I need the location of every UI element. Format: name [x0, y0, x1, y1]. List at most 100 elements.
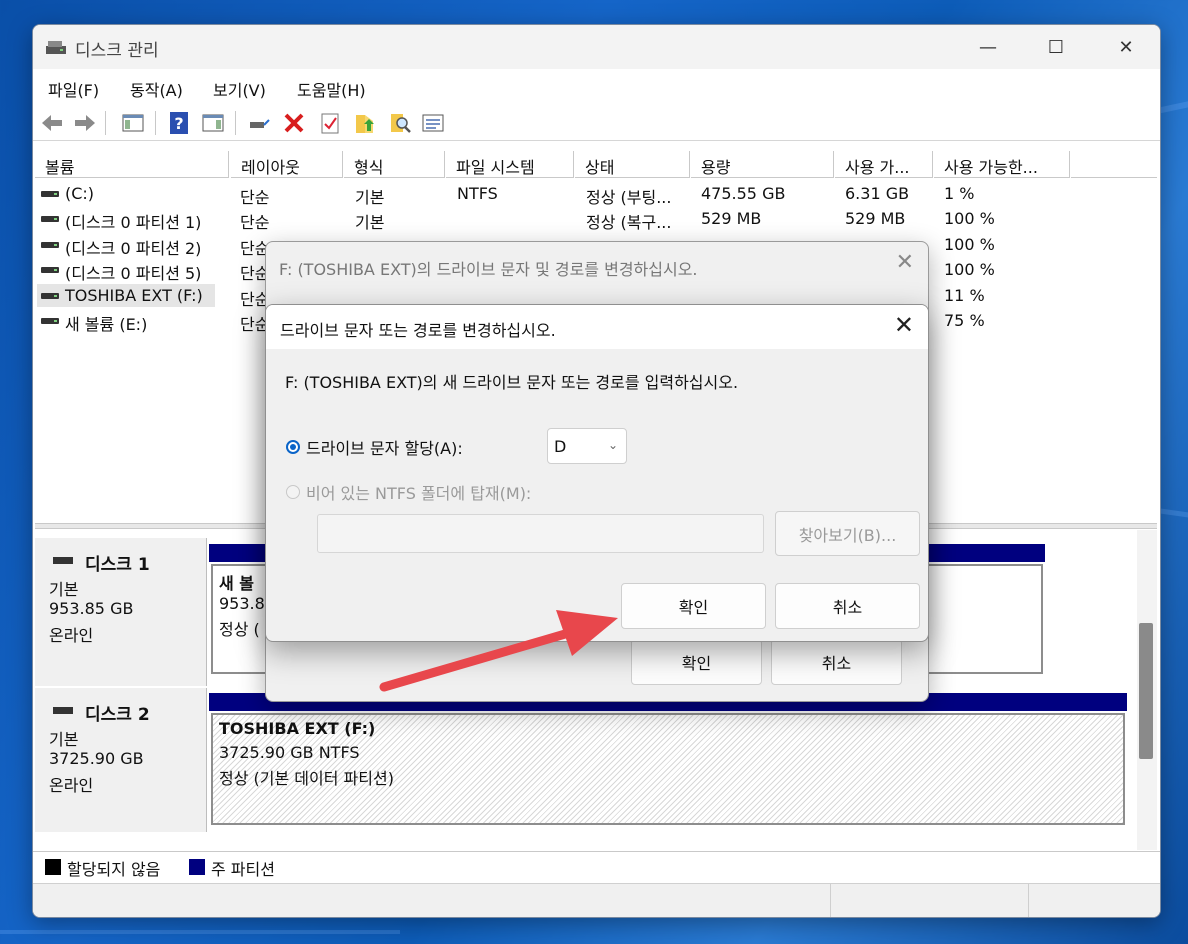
close-button[interactable]: ✕	[1096, 25, 1156, 69]
column-header-filesystem[interactable]: 파일 시스템	[446, 151, 574, 178]
column-header-free-space[interactable]: 사용 가...	[835, 151, 933, 178]
drive-letter-select[interactable]: D ⌄	[547, 428, 627, 464]
browse-button[interactable]: 찾아보기(B)...	[775, 511, 920, 556]
volume-name: (디스크 0 파티션 1)	[65, 213, 202, 232]
toolbar: ?	[33, 105, 1160, 141]
close-icon[interactable]: ✕	[896, 250, 914, 275]
mount-folder-label[interactable]: 비어 있는 NTFS 폴더에 탑재(M):	[306, 480, 531, 504]
cancel-button[interactable]: 취소	[771, 639, 902, 685]
cancel-button[interactable]: 취소	[775, 583, 920, 629]
volume-type: 기본	[355, 188, 385, 207]
volume-percent-free: 100 %	[944, 235, 995, 254]
volume-name: (디스크 0 파티션 5)	[65, 264, 202, 283]
delete-icon[interactable]	[282, 111, 306, 135]
ok-button[interactable]: 확인	[631, 639, 762, 685]
show-hide-action-pane-icon[interactable]	[201, 111, 225, 135]
volume-percent-free: 100 %	[944, 260, 995, 279]
legend-swatch-primary	[189, 859, 205, 875]
disk-2-label[interactable]: 디스크 2 기본 3725.90 GB 온라인	[35, 688, 207, 832]
volume-status: 정상 (부팅...	[586, 188, 672, 207]
scrollbar-thumb[interactable]	[1139, 623, 1153, 759]
status-divider	[830, 884, 831, 917]
minimize-button[interactable]: —	[958, 25, 1018, 69]
column-header-capacity[interactable]: 용량	[691, 151, 834, 178]
assign-letter-label[interactable]: 드라이브 문자 할당(A):	[306, 435, 463, 459]
menu-file[interactable]: 파일(F)	[48, 77, 99, 101]
disk-name: 디스크 1	[85, 555, 150, 575]
partition-status: 정상 (기본 데이터 파티션)	[219, 769, 394, 788]
volume-percent-free: 1 %	[944, 184, 975, 203]
svg-text:?: ?	[174, 114, 183, 133]
column-header-status[interactable]: 상태	[575, 151, 690, 178]
legend-label: 주 파티션	[211, 860, 275, 879]
disk-size: 3725.90 GB	[49, 749, 144, 768]
forward-arrow-icon[interactable]	[73, 111, 97, 135]
disk-management-app-icon	[46, 41, 66, 54]
dialog-title: 드라이브 문자 또는 경로를 변경하십시오.	[280, 321, 556, 340]
ok-button[interactable]: 확인	[621, 583, 766, 629]
toolbar-separator	[105, 111, 106, 135]
volume-status: 정상 (복구...	[586, 213, 672, 232]
volume-free-space: 529 MB	[845, 209, 906, 228]
background-ray	[0, 930, 400, 934]
column-header-volume[interactable]: 볼륨	[35, 151, 229, 178]
help-icon[interactable]: ?	[167, 111, 191, 135]
partition-name: TOSHIBA EXT (F:)	[219, 719, 376, 738]
column-header-layout[interactable]: 레이아웃	[231, 151, 343, 178]
volume-capacity: 529 MB	[701, 209, 762, 228]
disk-type: 기본	[49, 730, 79, 749]
table-row[interactable]: (디스크 0 파티션 1) 단순 기본 정상 (복구... 529 MB 529…	[35, 206, 1155, 232]
volume-percent-free: 75 %	[944, 311, 985, 330]
volume-layout: 단순	[240, 213, 270, 232]
legend-label: 할당되지 않음	[67, 860, 161, 879]
list-view-icon[interactable]	[421, 111, 445, 135]
column-header-filler	[1071, 151, 1157, 178]
disk-type: 기본	[49, 580, 79, 599]
dialog-title-bar: 드라이브 문자 또는 경로를 변경하십시오. ✕	[266, 305, 928, 349]
mount-folder-radio[interactable]	[286, 485, 300, 499]
maximize-button[interactable]: ☐	[1026, 25, 1086, 69]
properties-icon[interactable]	[318, 111, 342, 135]
window-title: 디스크 관리	[75, 41, 159, 61]
menu-view[interactable]: 보기(V)	[213, 77, 266, 101]
status-bar	[33, 883, 1160, 917]
connect-icon[interactable]	[247, 111, 271, 135]
volume-icon	[41, 216, 59, 222]
import-icon[interactable]	[353, 111, 377, 135]
volume-name: 새 볼륨 (E:)	[65, 315, 148, 334]
chevron-down-icon: ⌄	[607, 438, 618, 452]
menu-help[interactable]: 도움말(H)	[297, 77, 366, 101]
column-header-percent-free[interactable]: 사용 가능한...	[934, 151, 1070, 178]
volume-percent-free: 11 %	[944, 286, 985, 305]
disk-2-partition[interactable]: TOSHIBA EXT (F:) 3725.90 GB NTFS 정상 (기본 …	[211, 713, 1125, 825]
volume-free-space: 6.31 GB	[845, 184, 910, 203]
volume-icon	[41, 242, 59, 248]
show-hide-console-tree-icon[interactable]	[121, 111, 145, 135]
legend-swatch-unallocated	[45, 859, 61, 875]
folder-path-input[interactable]	[317, 514, 764, 553]
disk-state: 온라인	[49, 626, 94, 645]
volume-layout: 단순	[240, 188, 270, 207]
column-header-type[interactable]: 형식	[344, 151, 445, 178]
menu-bar: 파일(F) 동작(A) 보기(V) 도움말(H)	[33, 71, 1160, 105]
menu-action[interactable]: 동작(A)	[130, 77, 183, 101]
toolbar-separator	[155, 111, 156, 135]
volume-icon	[41, 267, 59, 273]
back-arrow-icon[interactable]	[40, 111, 64, 135]
status-divider	[1028, 884, 1029, 917]
disk-1-label[interactable]: 디스크 1 기본 953.85 GB 온라인	[35, 538, 207, 686]
table-row[interactable]: (C:) 단순 기본 NTFS 정상 (부팅... 475.55 GB 6.31…	[35, 181, 1155, 207]
title-bar: 디스크 관리 — ☐ ✕	[33, 25, 1160, 69]
add-drive-letter-dialog: 드라이브 문자 또는 경로를 변경하십시오. ✕ F: (TOSHIBA EXT…	[265, 304, 929, 642]
partition-name: 새 볼	[219, 574, 255, 593]
volume-icon	[41, 293, 59, 299]
search-icon[interactable]	[388, 111, 412, 135]
assign-letter-radio[interactable]	[286, 440, 300, 454]
disk-name: 디스크 2	[85, 705, 150, 725]
close-icon[interactable]: ✕	[894, 311, 914, 339]
volume-icon	[41, 191, 59, 197]
partition-size: 3725.90 GB NTFS	[219, 743, 360, 762]
disk-state: 온라인	[49, 776, 94, 795]
toolbar-separator	[235, 111, 236, 135]
volume-icon	[41, 318, 59, 324]
